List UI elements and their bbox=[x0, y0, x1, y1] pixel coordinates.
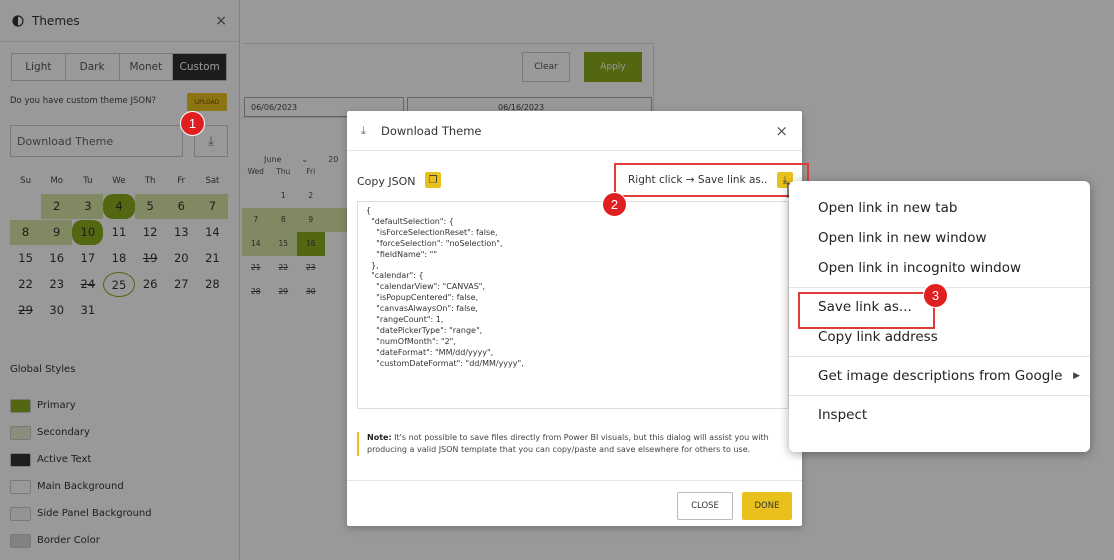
step-badge: 3 bbox=[923, 283, 948, 308]
step-badge: 2 bbox=[602, 192, 627, 217]
menu-divider bbox=[789, 395, 1090, 396]
done-button[interactable]: DONE bbox=[742, 492, 792, 520]
menu-item-label: Get image descriptions from Google bbox=[818, 368, 1063, 384]
menu-item-open-incognito[interactable]: Open link in incognito window bbox=[789, 253, 1090, 283]
note-body: It's not possible to save files directly… bbox=[367, 433, 769, 454]
save-link-highlight bbox=[798, 292, 935, 329]
step-badge: 1 bbox=[180, 111, 205, 136]
json-content: { "defaultSelection": { "isForceSelectio… bbox=[366, 206, 524, 368]
menu-item-inspect[interactable]: Inspect bbox=[789, 400, 1090, 430]
close-icon[interactable]: × bbox=[775, 122, 788, 140]
copy-json-button[interactable]: ❐ bbox=[425, 172, 441, 188]
save-link-hint: Right click → Save link as.. ⤓ bbox=[614, 163, 809, 197]
json-textarea[interactable]: { "defaultSelection": { "isForceSelectio… bbox=[357, 201, 789, 409]
copy-json-label: Copy JSON bbox=[357, 175, 416, 188]
save-hint-text: Right click → Save link as.. bbox=[628, 174, 768, 186]
note-label: Note: bbox=[367, 433, 392, 442]
close-button[interactable]: CLOSE bbox=[677, 492, 733, 520]
download-icon: ⤓ bbox=[361, 124, 366, 137]
dialog-footer: CLOSE DONE bbox=[347, 480, 802, 526]
download-theme-dialog: ⤓ Download Theme × Copy JSON ❐ Right cli… bbox=[347, 111, 809, 526]
dialog-header: ⤓ Download Theme × bbox=[347, 111, 802, 151]
menu-divider bbox=[789, 356, 1090, 357]
menu-item-open-new-window[interactable]: Open link in new window bbox=[789, 223, 1090, 253]
menu-item-open-new-tab[interactable]: Open link in new tab bbox=[789, 193, 1090, 223]
dialog-title: Download Theme bbox=[381, 124, 482, 138]
note-text: Note: It's not possible to save files di… bbox=[357, 432, 797, 456]
submenu-arrow-icon: ▶ bbox=[1073, 371, 1080, 381]
copy-icon: ❐ bbox=[428, 174, 438, 186]
menu-item-image-descriptions[interactable]: Get image descriptions from Google ▶ bbox=[789, 361, 1090, 391]
